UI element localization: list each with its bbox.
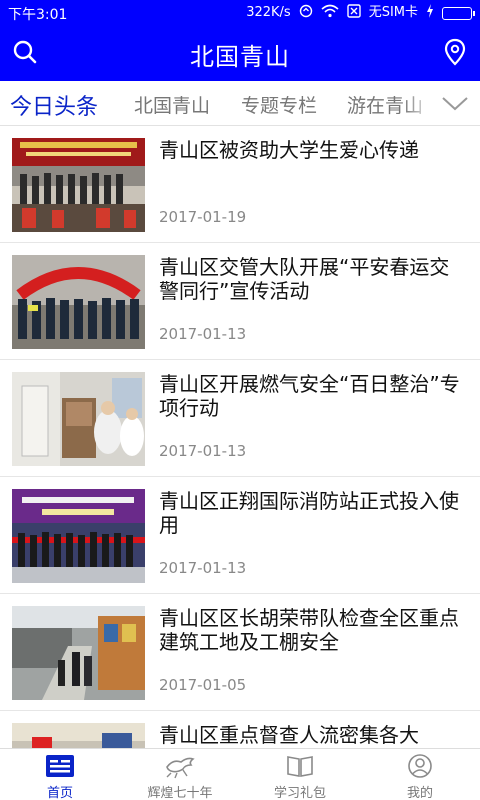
tab-headlines[interactable]: 今日头条 bbox=[10, 89, 98, 121]
app-header: 北国青山 bbox=[0, 25, 480, 81]
news-thumbnail bbox=[12, 606, 145, 700]
news-item[interactable]: 青山区正翔国际消防站正式投入使用 2017-01-13 bbox=[0, 477, 480, 594]
news-thumbnail bbox=[12, 255, 145, 349]
news-date: 2017-01-05 bbox=[159, 676, 247, 694]
news-date: 2017-01-13 bbox=[159, 442, 247, 460]
news-item[interactable]: 青山区被资助大学生爱心传递 2017-01-19 bbox=[0, 126, 480, 243]
news-item[interactable]: 青山区开展燃气安全“百日整治”专项行动 2017-01-13 bbox=[0, 360, 480, 477]
nav-study-pack-label: 学习礼包 bbox=[273, 786, 326, 800]
page-title: 北国青山 bbox=[190, 43, 290, 71]
news-list: 青山区被资助大学生爱心传递 2017-01-19 青山区交管大队开展“平安春运交… bbox=[0, 126, 480, 748]
tab-special-topics[interactable]: 专题专栏 bbox=[241, 91, 317, 118]
no-sim-icon bbox=[346, 4, 361, 22]
nav-study-pack[interactable]: 学习礼包 bbox=[240, 749, 360, 800]
category-tabs: 今日头条 北国青山 专题专栏 游在青山 bbox=[0, 81, 480, 126]
news-title: 青山区重点督查人流密集各大 bbox=[159, 723, 419, 747]
tab-beiguo-qingshan[interactable]: 北国青山 bbox=[134, 91, 210, 118]
news-date: 2017-01-13 bbox=[159, 325, 247, 343]
sim-status: 无SIM卡 bbox=[368, 5, 418, 20]
network-speed: 322K/s bbox=[246, 5, 291, 20]
expand-tabs-button[interactable] bbox=[440, 91, 470, 115]
news-thumbnail bbox=[12, 723, 145, 748]
news-thumbnail bbox=[12, 372, 145, 466]
user-profile-icon bbox=[408, 754, 432, 778]
nav-seventy-years[interactable]: 辉煌七十年 bbox=[120, 749, 240, 800]
chevron-down-icon bbox=[442, 97, 468, 111]
news-date: 2017-01-13 bbox=[159, 559, 247, 577]
status-bar: 下午3:01 322K/s 无SIM卡 bbox=[0, 0, 480, 25]
news-item[interactable]: 青山区区长胡荣带队检查全区重点建筑工地及工棚安全 2017-01-05 bbox=[0, 594, 480, 711]
news-thumbnail bbox=[12, 489, 145, 583]
tabs-fade bbox=[404, 81, 434, 125]
charging-icon bbox=[426, 4, 434, 22]
nav-profile-label: 我的 bbox=[406, 786, 433, 800]
news-title: 青山区交管大队开展“平安春运交警同行”宣传活动 bbox=[159, 255, 450, 303]
home-news-icon bbox=[46, 755, 74, 777]
news-title: 青山区区长胡荣带队检查全区重点建筑工地及工棚安全 bbox=[159, 606, 459, 654]
status-time: 下午3:01 bbox=[8, 7, 68, 23]
location-button[interactable] bbox=[440, 37, 470, 67]
news-title: 青山区被资助大学生爱心传递 bbox=[159, 138, 419, 162]
news-item[interactable]: 青山区重点督查人流密集各大 bbox=[0, 711, 480, 748]
nav-seventy-years-label: 辉煌七十年 bbox=[147, 786, 213, 800]
flying-horse-icon bbox=[166, 757, 195, 779]
nav-home-label: 首页 bbox=[46, 786, 73, 800]
open-book-icon bbox=[287, 756, 313, 777]
news-title: 青山区正翔国际消防站正式投入使用 bbox=[159, 489, 459, 537]
location-pin-icon bbox=[444, 38, 466, 66]
status-icons: 322K/s 无SIM卡 bbox=[246, 4, 475, 22]
news-thumbnail bbox=[12, 138, 145, 232]
battery-icon bbox=[442, 6, 475, 20]
bottom-navigation: 首页 辉煌七十年 学习礼包 我的 bbox=[0, 748, 480, 800]
news-date: 2017-01-19 bbox=[159, 208, 247, 226]
nav-home[interactable]: 首页 bbox=[0, 749, 120, 800]
nav-profile[interactable]: 我的 bbox=[360, 749, 480, 800]
news-title: 青山区开展燃气安全“百日整治”专项行动 bbox=[159, 372, 460, 420]
data-saver-icon bbox=[299, 4, 313, 22]
wifi-icon bbox=[321, 4, 339, 22]
news-item[interactable]: 青山区交管大队开展“平安春运交警同行”宣传活动 2017-01-13 bbox=[0, 243, 480, 360]
